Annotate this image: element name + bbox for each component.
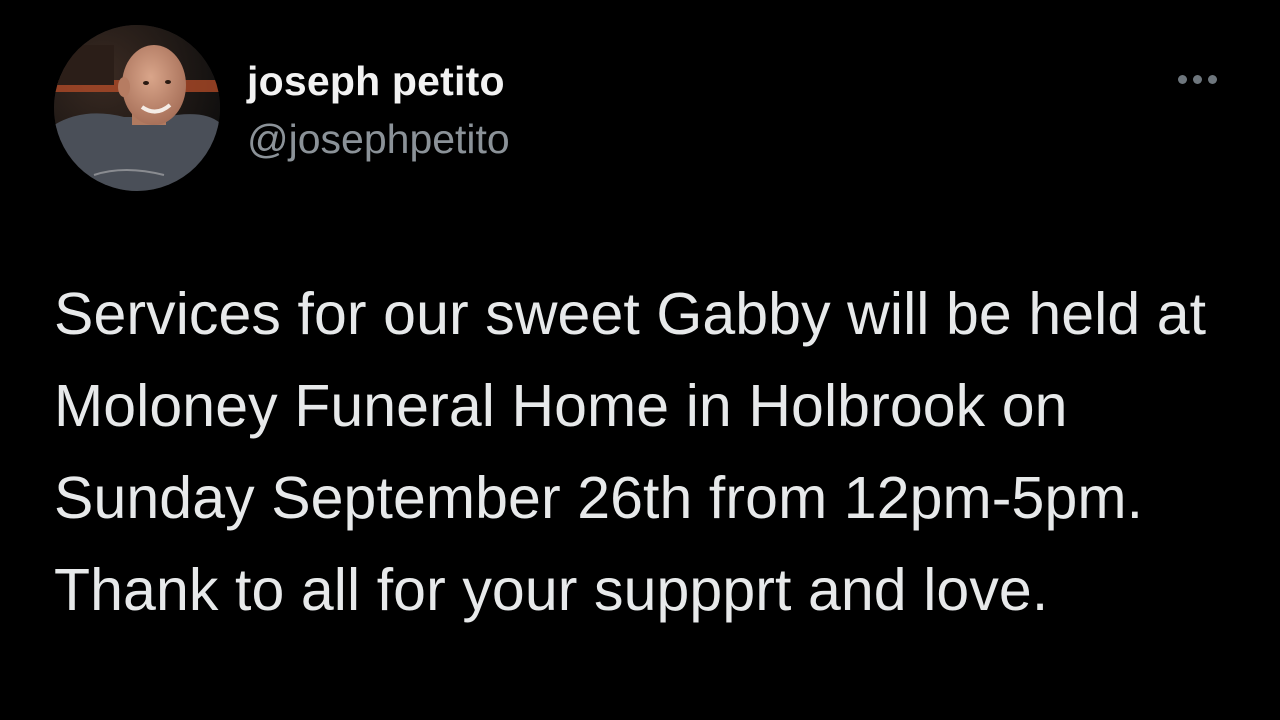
more-options-icon [1177, 74, 1187, 84]
author-display-name[interactable]: joseph petito [247, 58, 505, 105]
more-options-button[interactable] [1168, 62, 1226, 96]
tweet-body-text: Services for our sweet Gabby will be hel… [54, 281, 1207, 623]
avatar-photo [54, 25, 220, 191]
profile-avatar[interactable] [54, 25, 220, 191]
tweet: joseph petito @josephpetito Services for… [0, 0, 1280, 720]
more-options-icon [1192, 74, 1202, 84]
author-handle[interactable]: @josephpetito [247, 116, 510, 163]
more-options-icon [1207, 74, 1217, 84]
